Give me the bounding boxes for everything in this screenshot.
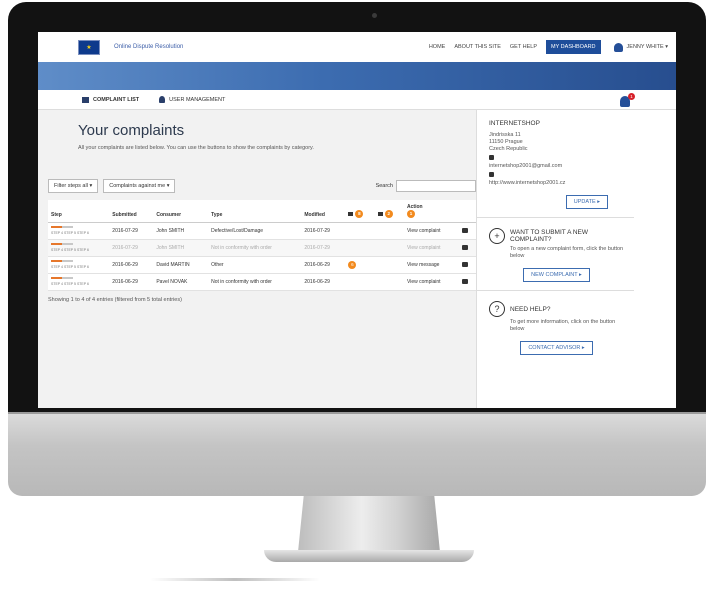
table-row[interactable]: STEP 4 STEP 5 STEP 6 2016-06-29 Pavel NO… — [48, 273, 476, 291]
table-row[interactable]: STEP 4 STEP 5 STEP 6 2016-07-29 John SMI… — [48, 239, 476, 257]
action-badge: 1 — [407, 210, 416, 218]
nav-get-help[interactable]: GET HELP — [510, 44, 537, 50]
table-header: Step Submitted Consumer Type Modified 8 … — [48, 200, 476, 223]
new-complaint-text: To open a new complaint form, click the … — [510, 246, 624, 259]
new-complaint-title: WANT TO SUBMIT A NEW COMPLAINT? — [510, 229, 589, 243]
eu-flag-logo[interactable]: ★ — [78, 39, 100, 55]
floor-shadow — [150, 578, 320, 581]
content: Your complaints All your complaints are … — [38, 110, 676, 408]
chat-icon — [348, 211, 354, 216]
monitor-stand — [298, 496, 440, 552]
email-icon — [489, 155, 494, 160]
shop-email[interactable]: internetshop2001@gmail.com — [489, 163, 624, 170]
screen: ★ Online Dispute Resolution HOME ABOUT T… — [38, 32, 676, 408]
step-progress — [51, 243, 73, 245]
site-name[interactable]: Online Dispute Resolution — [114, 44, 183, 50]
view-complaint-link[interactable]: View complaint — [404, 273, 460, 291]
monitor: ★ Online Dispute Resolution HOME ABOUT T… — [8, 2, 706, 562]
view-complaint-link[interactable]: View complaint — [404, 222, 460, 240]
step-progress — [51, 226, 73, 228]
col-modified[interactable]: Modified — [301, 200, 346, 223]
new-complaint-section: + WANT TO SUBMIT A NEW COMPLAINT? To ope… — [477, 218, 634, 291]
contact-advisor-button[interactable]: CONTACT ADVISOR ▸ — [520, 341, 593, 355]
print-icon[interactable] — [462, 278, 469, 284]
col-consumer[interactable]: Consumer — [153, 200, 209, 223]
shop-address-line: 11150 Prague — [489, 139, 523, 145]
col-messages[interactable]: 8 — [345, 200, 375, 223]
view-message-link[interactable]: View message — [404, 256, 460, 274]
col-type[interactable]: Type — [208, 200, 302, 223]
shop-website[interactable]: http://www.internetshop2001.cz — [489, 180, 624, 187]
shop-address-line: Czech Republic — [489, 146, 528, 152]
step-progress — [51, 277, 73, 279]
step-progress — [51, 260, 73, 262]
mail-icon — [377, 211, 383, 216]
update-button[interactable]: UPDATE ▸ — [565, 195, 608, 209]
table-controls: Filter steps all ▾ Complaints against me… — [48, 178, 476, 194]
filter-steps-dropdown[interactable]: Filter steps all ▾ — [48, 179, 99, 193]
search-label: Search — [375, 183, 393, 189]
notification-bell[interactable]: 1 — [620, 92, 635, 107]
top-nav: HOME ABOUT THIS SITE GET HELP MY DASHBOA… — [429, 40, 668, 54]
print-icon[interactable] — [462, 227, 469, 233]
messages-badge: 8 — [355, 210, 364, 218]
table-footer-info: Showing 1 to 4 of 4 entries (filtered fr… — [48, 297, 182, 303]
complaints-table: Step Submitted Consumer Type Modified 8 … — [48, 200, 476, 291]
col-action[interactable]: Action 1 — [404, 200, 460, 223]
col-print — [459, 200, 476, 223]
print-icon[interactable] — [462, 244, 469, 250]
col-step[interactable]: Step — [48, 200, 110, 223]
nav-my-dashboard[interactable]: MY DASHBOARD — [546, 40, 601, 54]
plus-icon: + — [489, 228, 505, 244]
tab-complaint-list[interactable]: COMPLAINT LIST — [82, 96, 139, 103]
help-title: NEED HELP? — [510, 305, 551, 313]
complaints-against-dropdown[interactable]: Complaints against me ▾ — [103, 179, 176, 193]
print-icon[interactable] — [462, 261, 469, 267]
sidebar: INTERNETSHOP Jindrisska 11 11150 Prague … — [476, 110, 634, 408]
table-row[interactable]: STEP 4 STEP 5 STEP 6 2016-06-29 David MA… — [48, 256, 476, 274]
message-count-badge: 6 — [348, 261, 357, 269]
mail-badge: 2 — [384, 210, 393, 218]
table-row[interactable]: STEP 4 STEP 5 STEP 6 2016-07-29 John SMI… — [48, 222, 476, 240]
help-text: To get more information, click on the bu… — [510, 319, 616, 332]
hero-banner — [38, 62, 676, 90]
new-complaint-button[interactable]: NEW COMPLAINT ▸ — [523, 268, 590, 282]
page-title: Your complaints — [78, 122, 185, 139]
monitor-base — [264, 550, 474, 562]
globe-icon — [489, 172, 494, 177]
user-name: Jenny WHITE ▾ — [626, 44, 668, 50]
monitor-chin — [8, 412, 706, 496]
sub-nav: COMPLAINT LIST USER MANAGEMENT 1 — [38, 90, 676, 110]
tab-user-management[interactable]: USER MANAGEMENT — [159, 96, 225, 103]
help-section: ? NEED HELP? To get more information, cl… — [477, 291, 634, 363]
view-complaint-link[interactable]: View complaint — [404, 239, 460, 257]
complaints-table-area: Filter steps all ▾ Complaints against me… — [48, 178, 476, 303]
shop-info-section: INTERNETSHOP Jindrisska 11 11150 Prague … — [477, 110, 634, 218]
col-mail[interactable]: 2 — [374, 200, 405, 223]
col-submitted[interactable]: Submitted — [109, 200, 154, 223]
main-panel: Your complaints All your complaints are … — [38, 110, 476, 408]
top-bar: ★ Online Dispute Resolution HOME ABOUT T… — [38, 32, 676, 62]
nav-home[interactable]: HOME — [429, 44, 446, 50]
shop-address-line: Jindrisska 11 — [489, 132, 521, 138]
nav-about[interactable]: ABOUT THIS SITE — [454, 44, 501, 50]
search-input[interactable] — [396, 180, 476, 192]
notification-count: 1 — [628, 92, 635, 100]
user-menu[interactable]: Jenny WHITE ▾ — [613, 42, 668, 52]
shop-name: INTERNETSHOP — [489, 120, 540, 127]
list-icon — [82, 96, 89, 103]
question-icon: ? — [489, 301, 505, 317]
person-icon — [159, 96, 166, 103]
camera-dot — [372, 13, 377, 18]
user-icon — [613, 42, 623, 52]
page-description: All your complaints are listed below. Yo… — [78, 145, 314, 151]
